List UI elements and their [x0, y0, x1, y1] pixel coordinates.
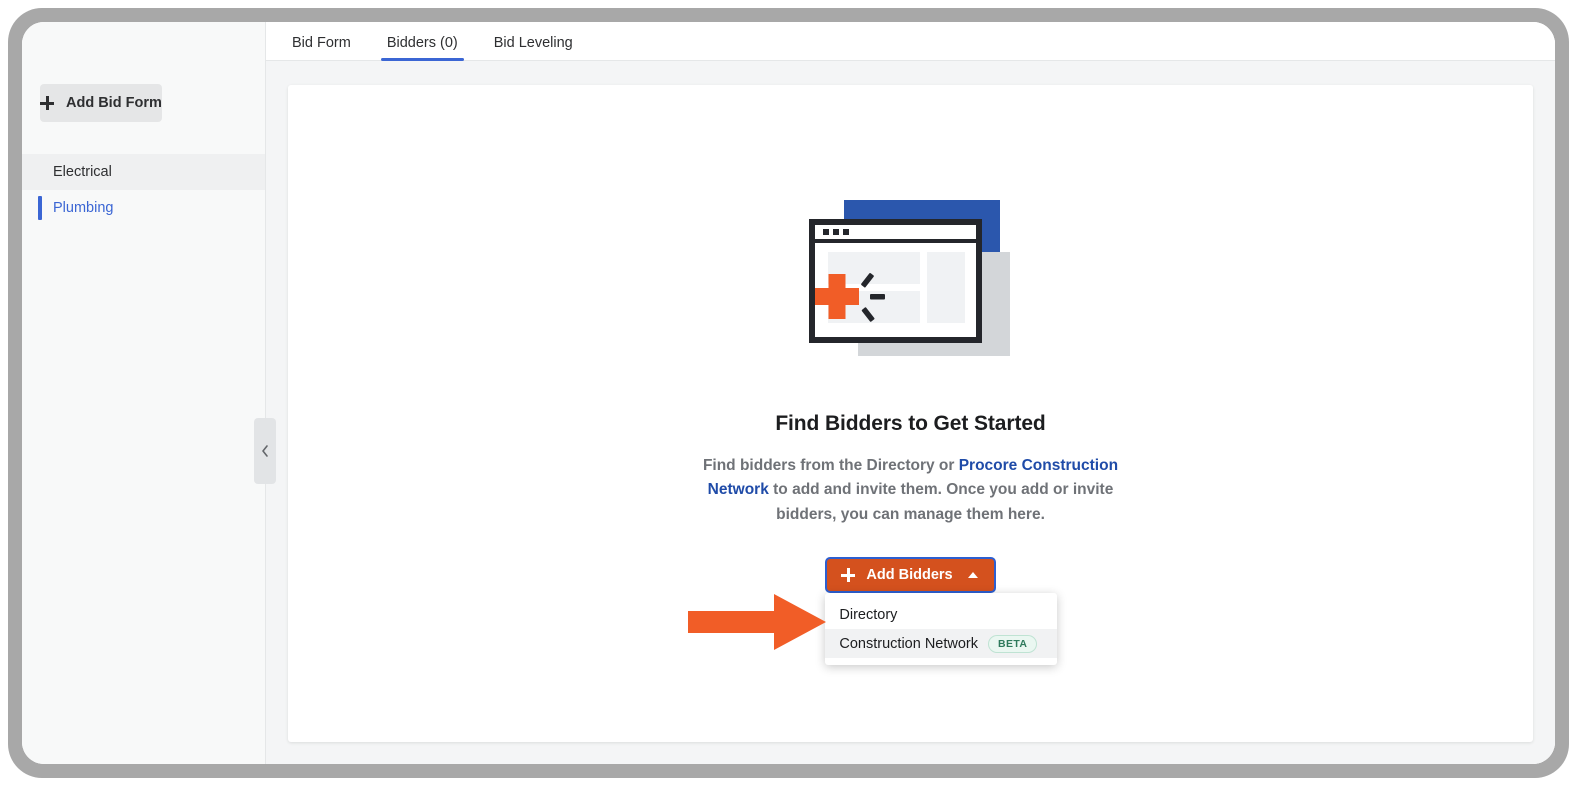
chevron-up-icon: [967, 572, 978, 579]
illustration-dot: [832, 228, 839, 235]
find-bidders-illustration: [808, 199, 1010, 356]
illustration-titlebar-rule: [814, 238, 976, 243]
content-area: Find Bidders to Get Started Find bidders…: [266, 61, 1555, 764]
add-bidders-label: Add Bidders: [866, 567, 953, 584]
add-bid-form-button[interactable]: Add Bid Form: [40, 84, 162, 122]
empty-state: Find Bidders to Get Started Find bidders…: [676, 196, 1146, 666]
menu-item-construction-network[interactable]: Construction Network BETA: [825, 629, 1058, 659]
add-bidders-control: Add Bidders Directory Construction Netwo…: [688, 557, 1058, 666]
plus-icon: [40, 96, 54, 110]
add-bidders-dropdown-menu: Directory Construction Network BETA: [825, 593, 1058, 666]
add-bid-form-label: Add Bid Form: [66, 95, 162, 111]
illustration-plus-icon: [828, 273, 845, 319]
chevron-left-icon: [262, 445, 268, 457]
bid-form-list: Electrical Plumbing: [22, 154, 265, 226]
bidders-card: Find Bidders to Get Started Find bidders…: [288, 85, 1533, 742]
plus-icon: [841, 568, 856, 583]
desc-part-1: Find bidders from the Directory or: [702, 456, 959, 474]
device-bezel: Add Bid Form Electrical Plumbing Bid For…: [8, 8, 1569, 778]
tab-bid-form[interactable]: Bid Form: [288, 35, 355, 60]
menu-item-directory[interactable]: Directory: [825, 600, 1057, 629]
sidebar-item-electrical[interactable]: Electrical: [22, 154, 265, 190]
annotation-arrow-icon: [688, 594, 827, 651]
empty-state-description: Find bidders from the Directory or Proco…: [696, 454, 1126, 527]
device-screen: Add Bid Form Electrical Plumbing Bid For…: [22, 22, 1555, 764]
illustration-dot: [822, 228, 829, 235]
beta-badge: BETA: [988, 634, 1038, 653]
illustration-dot: [842, 228, 849, 235]
bidders-panel: Bid Form Bidders (0) Bid Leveling Find B…: [266, 22, 1555, 764]
menu-item-label: Directory: [839, 606, 898, 623]
bid-forms-sidebar: Add Bid Form Electrical Plumbing: [22, 22, 276, 764]
sidebar-item-label: Plumbing: [53, 200, 114, 216]
sidebar-collapse-handle[interactable]: [254, 418, 276, 484]
empty-state-title: Find Bidders to Get Started: [775, 411, 1046, 435]
sidebar-item-plumbing[interactable]: Plumbing: [22, 190, 265, 226]
desc-part-2: to add and invite them. Once you add or …: [768, 481, 1114, 523]
sidebar-item-label: Electrical: [53, 164, 112, 180]
tab-bid-leveling[interactable]: Bid Leveling: [490, 35, 577, 60]
menu-item-label: Construction Network: [839, 635, 978, 652]
illustration-dash: [869, 293, 885, 300]
add-bidders-button[interactable]: Add Bidders: [825, 557, 996, 594]
tab-bidders[interactable]: Bidders (0): [380, 35, 464, 61]
app-root: Add Bid Form Electrical Plumbing Bid For…: [22, 22, 1555, 764]
illustration-content-block: [926, 251, 965, 323]
tab-bar: Bid Form Bidders (0) Bid Leveling: [266, 22, 1555, 61]
